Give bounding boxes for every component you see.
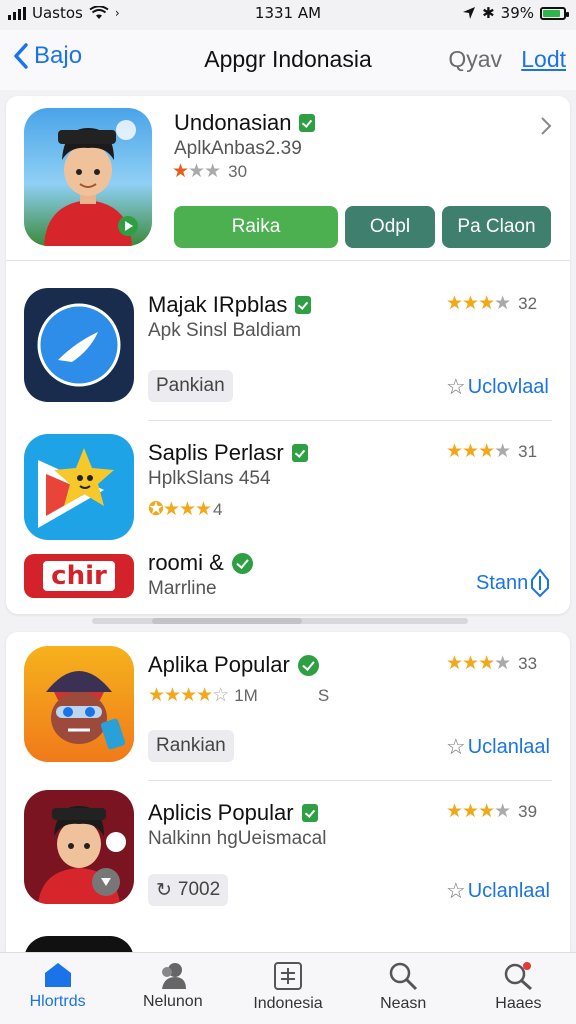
tab-search[interactable]: Neasn [346,953,461,1024]
featured-action-paclaon[interactable]: Pa Claon [442,206,551,248]
verified-badge-icon [299,114,316,132]
sub-rating-value: 4 [213,499,223,519]
battery-icon [540,6,569,20]
chevron-right-icon[interactable] [540,116,552,136]
verified-badge-icon [295,296,312,314]
app-rating: ★★★★ 39 [446,800,537,823]
calculator-icon [274,962,302,990]
star-outline-icon: ☆ [446,734,466,759]
rating-count: 39 [518,801,538,821]
featured-app-rating: ★★★ 30 [172,160,247,183]
warrior-app-icon [24,646,134,762]
tab-label: Hlortrds [29,993,86,1010]
chir-logo: chir [24,554,134,598]
app-rating: ★★★★ 31 [446,440,537,463]
featured-rating-count: 30 [228,161,248,181]
logo-text: chir [43,561,115,591]
home-icon [44,963,71,987]
clock: 1331 AM [254,4,322,22]
download-button[interactable]: ☆ Uclovlaal [446,374,549,400]
tab-updates[interactable]: Haaes [461,953,576,1024]
rating-count: 32 [518,293,538,313]
tab-people[interactable]: Nelunon [115,953,230,1024]
status-bar: Uastos › 1331 AM ✱ 39% [0,0,576,28]
shield-icon [531,568,550,598]
star-rating-icon: ★★★★☆ [148,685,229,706]
start-label: Stann [476,571,529,594]
bluetooth-icon: ✱ [482,4,495,22]
refresh-icon: ↻ [156,879,172,901]
verified-badge-icon [291,444,308,462]
navigation-bar: Bajo Appgr Indonasia Qyav Lodt [0,30,576,90]
star-rating-icon: ✪★★★ [148,499,212,520]
star-outline-icon: ☆ [446,878,466,903]
star-rating-icon: ★★★★ [446,653,511,674]
download-count: 1M [234,685,258,705]
star-rating-icon: ★★★★ [446,441,511,462]
rating-count: 33 [518,653,538,673]
featured-action-odpl[interactable]: Odpl [345,206,435,248]
app-subtitle: HplkSlans 454 [148,468,271,489]
tab-label: Nelunon [143,993,203,1010]
app-name: roomi & [148,550,224,575]
chip-label: 7002 [177,879,221,900]
person-icon [161,963,186,989]
app-name: Majak IRpblas [148,292,288,317]
rating-count: 31 [518,441,538,461]
app-subtitle: Marrline [148,578,217,599]
nav-action-lodt[interactable]: Lodt [521,46,566,73]
star-rating-icon: ★★★★ [446,293,511,314]
compass-app-icon [24,288,134,402]
tab-bar: Hlortrds Nelunon Indonesia Neasn Haaes [0,952,576,1024]
tab-label: Indonesia [253,995,323,1012]
category-chip[interactable]: Rankian [148,730,234,762]
horizontal-scrollbar[interactable] [92,618,468,624]
hero-boy-app-icon [24,790,134,904]
category-chip[interactable]: Pankian [148,370,233,402]
app-sub-rating: ✪★★★ 4 [148,498,223,521]
star-rating-icon: ★★★★ [446,801,511,822]
tab-label: Haaes [495,995,542,1012]
divider [6,260,570,261]
search-icon [389,962,418,991]
verified-check-icon [297,654,319,676]
app-subtitle: Nalkinn hgUeismacal [148,828,327,849]
featured-action-raika[interactable]: Raika [174,206,338,248]
verified-check-icon [231,552,253,574]
divider [148,420,552,421]
app-sub-rating: ★★★★☆ 1M S [148,684,329,707]
star-outline-icon: ☆ [446,374,466,399]
app-rating: ★★★★ 32 [446,292,537,315]
app-name: Aplika Popular [148,652,290,677]
featured-app-name: Undonasian [174,110,292,135]
tab-home[interactable]: Hlortrds [0,953,115,1024]
tab-label: Neasn [380,995,427,1012]
app-subtitle: Apk Sinsl Baldiam [148,320,302,341]
star-rating-icon: ★★★ [172,161,221,182]
star-mascot-app-icon [24,434,134,540]
download-button[interactable]: ☆ Uclanlaal [446,734,550,760]
location-icon [463,7,476,19]
download-button[interactable]: ☆ Uclanlaal [446,878,550,904]
battery-percent: 39% [500,4,534,22]
search-badge-icon [505,962,533,991]
featured-app-icon [24,108,152,246]
download-label: Uclanlaal [467,879,550,902]
app-list-card: Undonasian AplkAnbas2.39 ★★★ 30 Raika Od… [6,96,570,614]
download-label: Uclanlaal [467,735,550,758]
size-chip[interactable]: ↻ 7002 [148,874,229,906]
app-rating: ★★★★ 33 [446,652,537,675]
app-name: Aplicis Popular [148,800,294,825]
featured-app-subtitle: AplkAnbas2.39 [174,138,302,159]
start-button[interactable]: Stann [476,568,550,598]
nav-action-qyav[interactable]: Qyav [448,46,502,73]
tab-indonesia[interactable]: Indonesia [230,953,345,1024]
sub-extra: S [317,685,330,705]
download-label: Uclovlaal [467,375,549,398]
app-name: Saplis Perlasr [148,440,284,465]
popular-apps-card: Aplika Popular ★★★★☆ 1M S ★★★★ 33 Rankia… [6,632,570,962]
divider [148,780,552,781]
verified-badge-icon [301,804,318,822]
